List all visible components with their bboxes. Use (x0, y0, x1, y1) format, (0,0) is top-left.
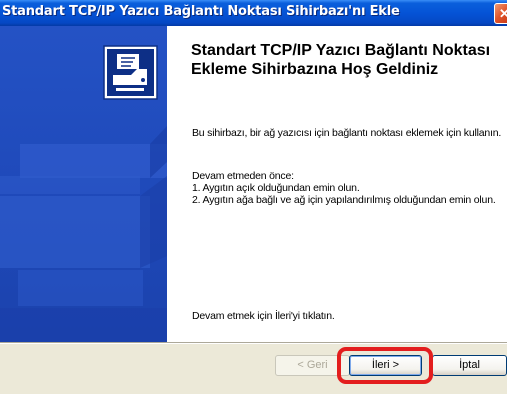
wizard-side-panel (0, 26, 167, 342)
step-2-text: 2. Aygıtın ağa bağlı ve ağ için yapıland… (192, 194, 496, 206)
wizard-content: Standart TCP/IP Yazıcı Bağlantı Noktası … (167, 26, 507, 342)
wizard-heading: Standart TCP/IP Yazıcı Bağlantı Noktası … (191, 42, 491, 78)
close-icon: ✕ (499, 6, 507, 21)
printer-port-wizard-icon (103, 45, 158, 100)
cancel-button[interactable]: İptal (432, 355, 507, 376)
footer-separator (0, 342, 507, 344)
close-button[interactable]: ✕ (494, 3, 507, 24)
intro-text: Bu sihirbazı, bir ağ yazıcısı için bağla… (192, 127, 502, 139)
before-title: Devam etmeden önce: (192, 170, 294, 182)
wizard-window: Standart TCP/IP Yazıcı Bağlantı Noktası … (0, 0, 507, 394)
title-bar[interactable]: Standart TCP/IP Yazıcı Bağlantı Noktası … (0, 0, 507, 26)
continue-hint: Devam etmek için İleri'yi tıklatın. (192, 310, 335, 322)
window-title: Standart TCP/IP Yazıcı Bağlantı Noktası … (2, 4, 400, 19)
step-1-text: 1. Aygıtın açık olduğundan emin olun. (192, 182, 360, 194)
next-button-highlight (337, 347, 433, 384)
